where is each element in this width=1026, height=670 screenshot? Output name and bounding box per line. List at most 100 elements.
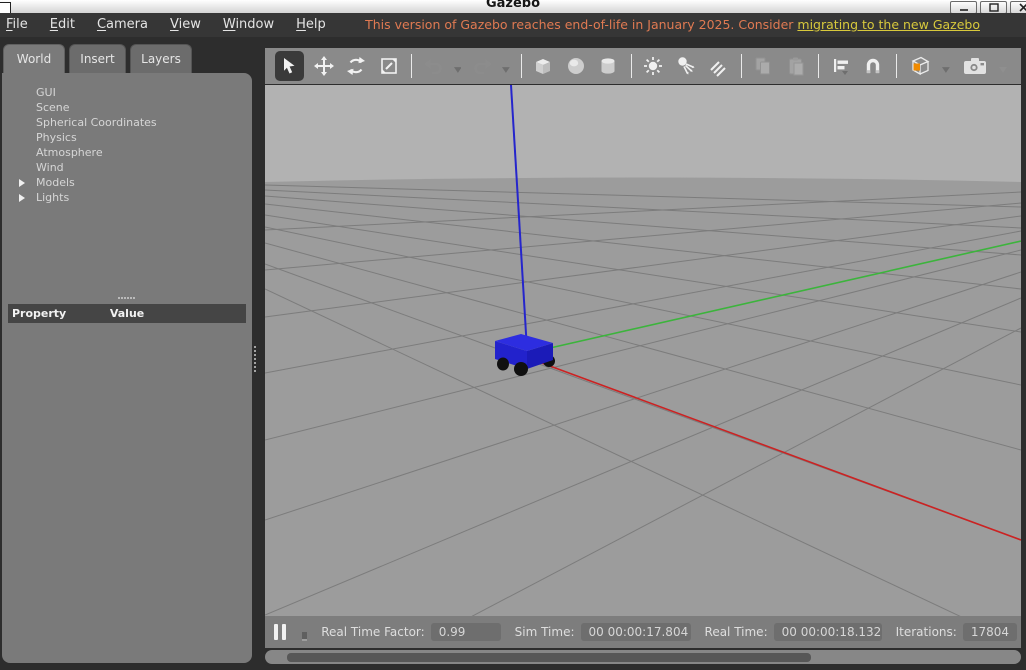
toolbar-separator [818,54,819,78]
title-bar: Gazebo [0,0,1026,13]
maximize-icon [989,3,999,12]
real-time-factor-label: Real Time Factor: [321,625,424,639]
maximize-button[interactable] [980,1,1007,13]
select-arrow-icon [279,55,301,77]
toolbar-separator [741,54,742,78]
horizontal-scrollbar[interactable] [265,650,1021,664]
point-light-icon [642,55,664,77]
menu-window[interactable]: Window [212,13,285,37]
pause-icon [282,624,286,640]
menu-view[interactable]: View [159,13,212,37]
close-button[interactable] [1010,1,1026,13]
more-options-dropdown[interactable] [999,67,1007,73]
redo-button[interactable] [469,53,494,79]
eol-migrate-link[interactable]: migrating to the new Gazebo [797,17,980,32]
view-angle-dropdown[interactable] [942,67,950,73]
render-column: Real Time Factor: 0.99 Sim Time: 00 00:0… [262,44,1024,666]
spot-light-button[interactable] [673,53,698,79]
view-angle-cube-icon [907,54,933,78]
screenshot-button[interactable] [958,53,992,79]
undo-button[interactable] [421,53,446,79]
redo-icon [471,55,493,77]
add-box-button[interactable] [531,53,556,79]
redo-history-dropdown[interactable] [502,67,510,73]
panel-splitter-handle[interactable] [118,297,135,299]
tab-layers[interactable]: Layers [130,44,192,73]
align-icon [830,55,852,77]
world-panel: World Insert Layers GUI Scene Spherical … [2,44,252,663]
real-time-factor-value: 0.99 [431,623,501,641]
tab-world[interactable]: World [3,44,65,73]
scale-icon [378,55,400,77]
rotate-tool-button[interactable] [344,53,369,79]
tree-item-atmosphere[interactable]: Atmosphere [2,145,252,160]
scrollbar-thumb[interactable] [287,653,811,662]
tree-item-lights[interactable]: Lights [2,190,252,205]
toolbar-separator [631,54,632,78]
iterations-value: 17804 [963,623,1017,641]
tree-item-gui[interactable]: GUI [2,85,252,100]
undo-icon [423,55,445,77]
step-button[interactable] [302,632,307,641]
sim-time-label: Sim Time: [515,625,575,639]
tab-insert[interactable]: Insert [69,44,126,73]
cylinder-icon [597,55,619,77]
expand-arrow-icon[interactable] [19,194,25,202]
snap-magnet-icon [862,55,884,77]
expand-arrow-icon[interactable] [19,179,25,187]
render-toolbar [265,48,1021,84]
view-angle-button[interactable] [906,53,935,79]
eol-warning-text: This version of Gazebo reaches end-of-li… [365,17,797,32]
menu-help[interactable]: Help [285,13,337,37]
tree-item-spherical-coordinates[interactable]: Spherical Coordinates [2,115,252,130]
close-icon [1019,3,1026,12]
simulation-status-bar: Real Time Factor: 0.99 Sim Time: 00 00:0… [265,616,1021,648]
box-icon [532,55,554,77]
minimize-icon [959,4,969,12]
world-tree: GUI Scene Spherical Coordinates Physics … [2,73,252,205]
real-time-label: Real Time: [705,625,768,639]
eol-warning: This version of Gazebo reaches end-of-li… [365,13,980,37]
tree-item-scene[interactable]: Scene [2,100,252,115]
point-light-button[interactable] [641,53,666,79]
minimize-button[interactable] [950,1,977,13]
gazebo-window: Gazebo File Edit Camera View Window Help… [0,0,1026,670]
viewport-3d[interactable] [265,85,1021,616]
tree-item-physics[interactable]: Physics [2,130,252,145]
copy-button[interactable] [751,53,776,79]
world-tree-panel: GUI Scene Spherical Coordinates Physics … [2,73,252,663]
iterations-label: Iterations: [896,625,957,639]
align-button[interactable] [828,53,853,79]
directional-light-button[interactable] [705,53,730,79]
pause-button[interactable] [274,624,286,640]
value-column-header: Value [110,307,144,320]
add-cylinder-button[interactable] [595,53,620,79]
translate-icon [313,55,335,77]
panel-tabs: World Insert Layers [3,44,192,73]
left-splitter-handle[interactable] [254,346,256,372]
paste-button[interactable] [783,53,808,79]
pause-icon [274,624,278,640]
undo-history-dropdown[interactable] [454,67,462,73]
camera-icon [961,55,989,77]
directional-light-icon [707,55,729,77]
sphere-icon [565,55,587,77]
toolbar-separator [896,54,897,78]
tree-item-wind[interactable]: Wind [2,160,252,175]
menu-edit[interactable]: Edit [39,13,86,37]
translate-tool-button[interactable] [311,53,336,79]
rotate-icon [345,55,367,77]
property-table-header: Property Value [8,304,246,323]
window-title: Gazebo [0,0,1026,11]
toolbar-separator [521,54,522,78]
select-tool-button[interactable] [275,51,304,81]
tree-item-models[interactable]: Models [2,175,252,190]
add-sphere-button[interactable] [563,53,588,79]
scene-render [265,85,1021,616]
menu-file[interactable]: File [0,13,39,37]
menu-bar: File Edit Camera View Window Help This v… [0,13,1026,37]
snap-button[interactable] [861,53,886,79]
toolbar-separator [411,54,412,78]
scale-tool-button[interactable] [376,53,401,79]
menu-camera[interactable]: Camera [86,13,159,37]
